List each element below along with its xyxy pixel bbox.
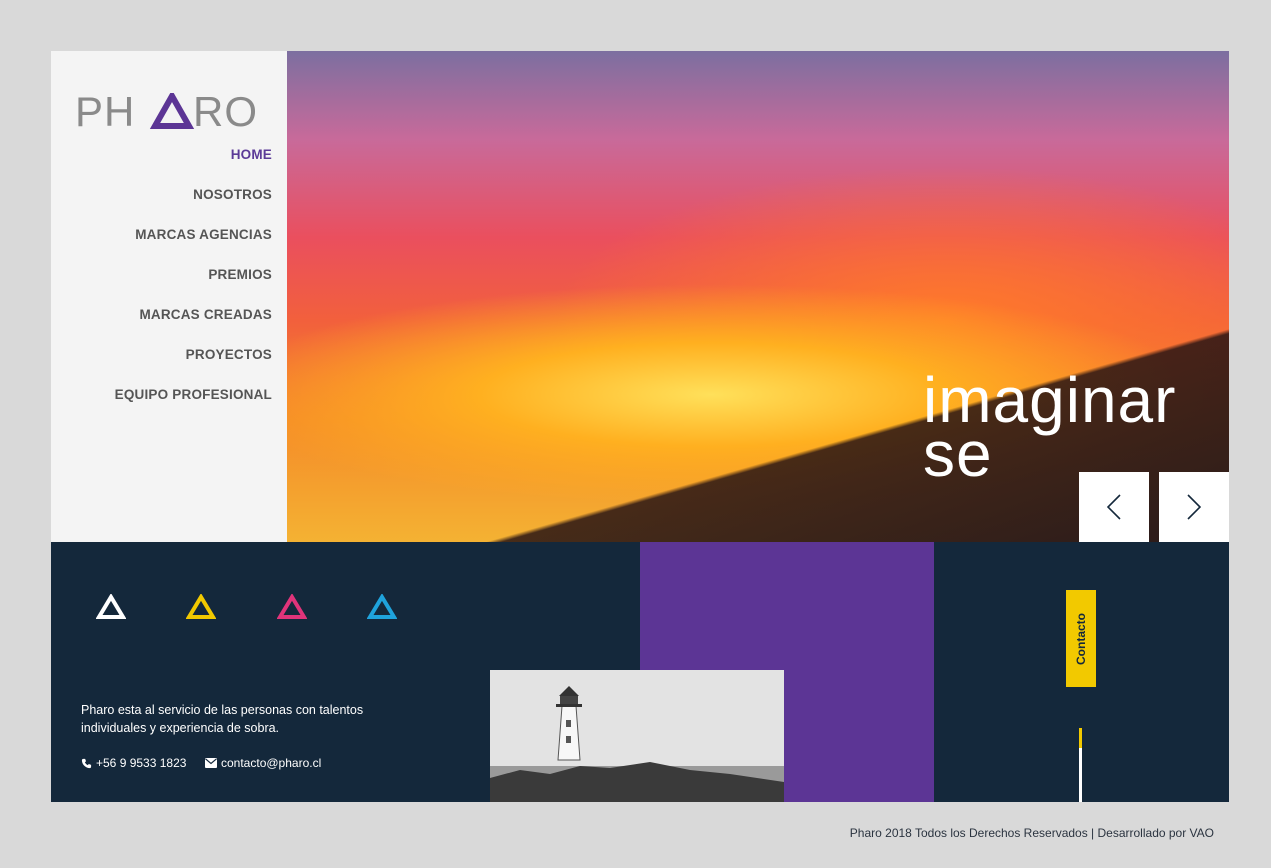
nav-item-equipo-profesional[interactable]: EQUIPO PROFESIONAL [115, 385, 272, 425]
slider-prev-button[interactable] [1079, 472, 1149, 542]
scroll-indicator-track [1079, 748, 1082, 802]
chevron-left-icon [1107, 494, 1121, 520]
nav-item-home[interactable]: HOME [115, 145, 272, 185]
contact-tab-label: Contacto [1074, 612, 1088, 665]
triangle-blue-icon [367, 594, 397, 619]
nav-item-proyectos[interactable]: PROYECTOS [115, 345, 272, 385]
scroll-indicator-accent [1079, 728, 1082, 748]
about-text: Pharo esta al servicio de las personas c… [81, 703, 364, 735]
nav-item-marcas-agencias[interactable]: MARCAS AGENCIAS [115, 225, 272, 265]
email-address: contacto@pharo.cl [221, 756, 322, 770]
chevron-right-icon [1187, 494, 1201, 520]
email-link[interactable]: contacto@pharo.cl [205, 756, 321, 770]
nav-item-premios[interactable]: PREMIOS [115, 265, 272, 305]
svg-text:RO: RO [193, 93, 258, 129]
slider-next-button[interactable] [1159, 472, 1229, 542]
contact-tab-button[interactable]: Contacto [1066, 590, 1096, 687]
pharo-logo-mark: PH RO [75, 93, 258, 129]
triangle-yellow-icon [186, 594, 216, 619]
copyright-text: Pharo 2018 Todos los Derechos Reservados… [849, 826, 1214, 840]
main-nav: HOME NOSOTROS MARCAS AGENCIAS PREMIOS MA… [115, 145, 272, 425]
phone-icon [81, 758, 92, 768]
hero-caption: imaginar se [923, 368, 1176, 486]
phone-number: +56 9 9533 1823 [96, 756, 187, 770]
lighthouse-image [490, 670, 784, 802]
hero-slider: imaginar se [287, 51, 1229, 542]
triangle-white-icon [96, 594, 126, 619]
pharo-logo[interactable]: PH RO [75, 93, 273, 129]
footer-band: Pharo esta al servicio de las personas c… [51, 542, 1229, 802]
envelope-icon [205, 758, 217, 768]
page-frame: PH RO HOME NOSOTROS MARCAS AGENCIAS PREM… [51, 51, 1229, 802]
sidebar: PH RO HOME NOSOTROS MARCAS AGENCIAS PREM… [51, 51, 287, 542]
nav-item-marcas-creadas[interactable]: MARCAS CREADAS [115, 305, 272, 345]
lighthouse-illustration [490, 670, 784, 802]
svg-text:PH: PH [75, 93, 135, 129]
triangle-pink-icon [277, 594, 307, 619]
nav-item-nosotros[interactable]: NOSOTROS [115, 185, 272, 225]
phone-link[interactable]: +56 9 9533 1823 [81, 756, 186, 770]
